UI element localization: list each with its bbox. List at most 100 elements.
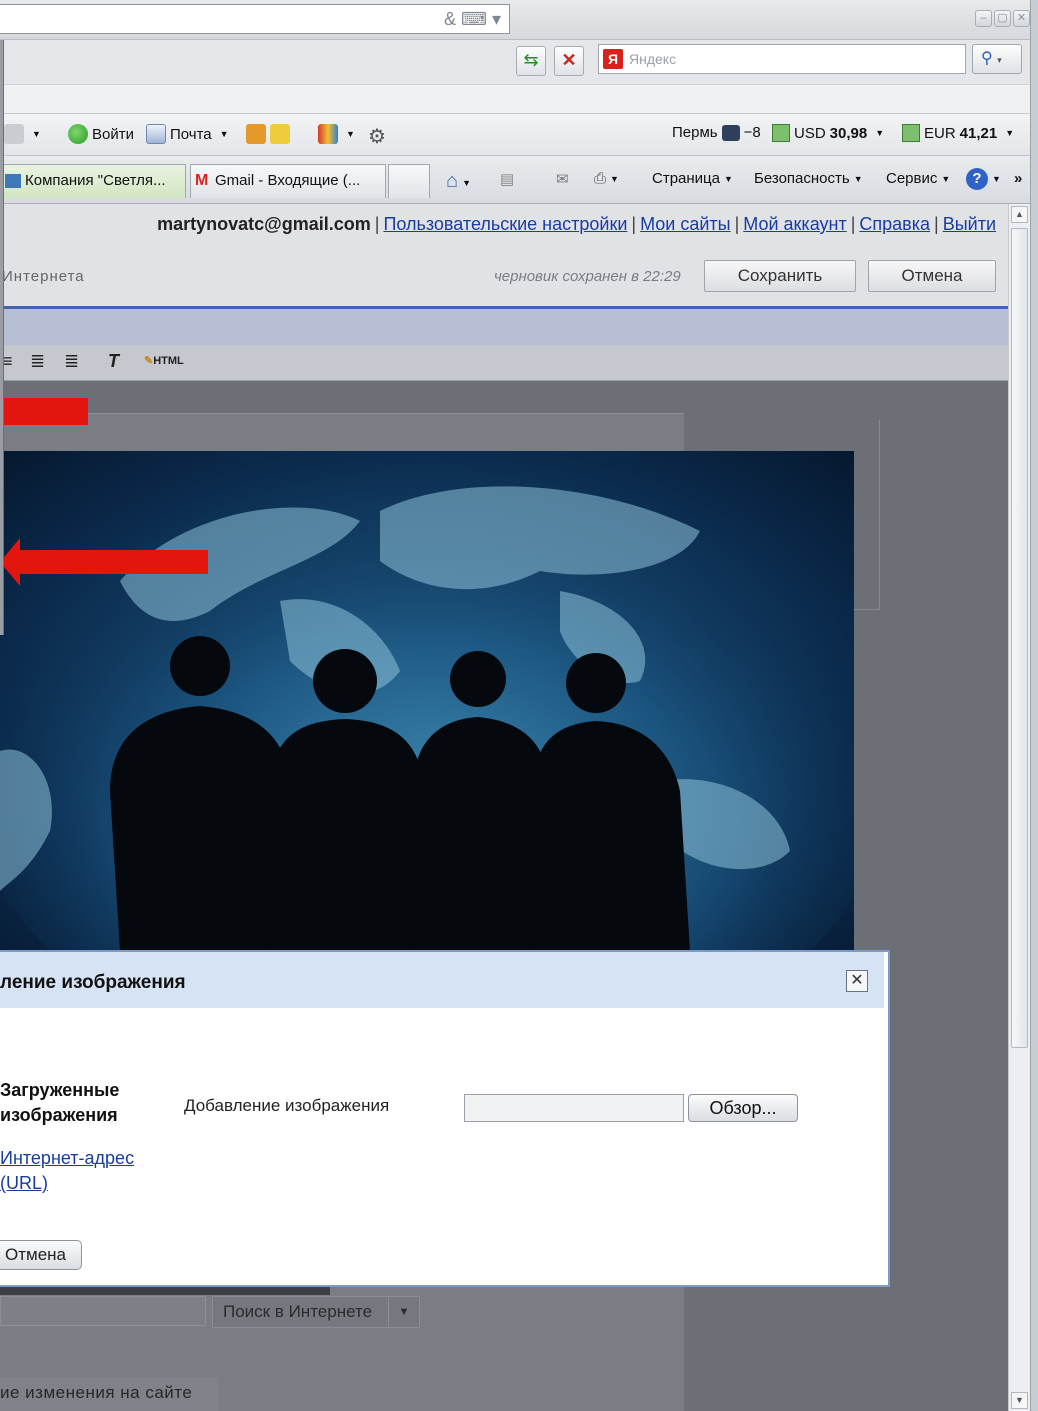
image-url-link[interactable]: Интернет-адрес (URL) bbox=[0, 1146, 134, 1196]
scroll-down-arrow-icon[interactable]: ▼ bbox=[1011, 1392, 1028, 1409]
red-highlight-bar bbox=[0, 398, 88, 425]
home-button[interactable]: ⌂ ▼ bbox=[446, 170, 471, 193]
align-center-icon[interactable]: ≣ bbox=[30, 351, 45, 372]
page-menu[interactable]: Страница ▼ bbox=[652, 170, 733, 187]
mail-read-icon: ✉ bbox=[556, 171, 569, 188]
usd-chart-icon bbox=[772, 124, 790, 142]
yandex-search-input[interactable]: Я Яндекс bbox=[598, 44, 966, 74]
stop-icon: ✕ bbox=[561, 50, 577, 70]
yandex-search-button[interactable]: ⚲ ▾ bbox=[972, 44, 1022, 74]
help-link[interactable]: Справка bbox=[859, 214, 930, 234]
bookmarks-buttons[interactable] bbox=[246, 124, 290, 144]
uploaded-images-line1: Загруженные bbox=[0, 1080, 120, 1100]
minimize-button[interactable]: – bbox=[975, 10, 992, 27]
vertical-scrollbar[interactable]: ▲ ▼ bbox=[1008, 204, 1030, 1411]
toolbar-menu[interactable]: ▼ bbox=[4, 124, 41, 144]
red-arrow-icon bbox=[0, 538, 208, 586]
editor-toolbar: ≡ ≣ ≣ T ✎HTML bbox=[0, 345, 1008, 381]
tab-label: Gmail - Входящие (... bbox=[215, 172, 361, 189]
print-button[interactable]: ⎙ ▼ bbox=[594, 170, 619, 187]
scroll-thumb[interactable] bbox=[1011, 228, 1028, 1048]
printer-icon: ⎙ bbox=[594, 170, 607, 187]
my-account-link[interactable]: Мой аккаунт bbox=[743, 214, 846, 234]
feeds-button[interactable]: ▤ bbox=[500, 170, 514, 188]
pencil-icon: ✎ bbox=[144, 355, 154, 367]
settings-button[interactable]: ⚙ bbox=[368, 124, 386, 149]
draft-saved-note: черновик сохранен в 22:29 bbox=[494, 268, 681, 285]
login-button[interactable]: Войти bbox=[68, 124, 134, 144]
recent-changes-link[interactable]: ие изменения на сайте bbox=[0, 1377, 218, 1411]
business-world-image bbox=[0, 451, 854, 951]
browser-window: – ▢ ✕ & ⌨ ▾ ⇆ ✕ Я Яндекс ⚲ ▾ ▼ Войти Поч… bbox=[0, 0, 1038, 1411]
yandex-toolbar: ▼ Войти Почта▼ ▼ ⚙ Пермь −8 USD 30,98▼ bbox=[0, 114, 1038, 156]
cube-icon bbox=[318, 124, 338, 144]
service-menu[interactable]: Сервис ▼ bbox=[886, 170, 950, 187]
image-url-line2: (URL) bbox=[0, 1173, 48, 1193]
address-bar[interactable]: & ⌨ ▾ bbox=[0, 4, 510, 34]
remove-format-icon[interactable]: T bbox=[108, 351, 119, 372]
browse-button[interactable]: Обзор... bbox=[688, 1094, 798, 1122]
security-menu[interactable]: Безопасность ▼ bbox=[754, 170, 863, 187]
image-url-line1: Интернет-адрес bbox=[0, 1148, 135, 1168]
tab-bar: Компания "Светля... M Gmail - Входящие (… bbox=[0, 156, 1038, 204]
uploaded-images-line2: изображения bbox=[0, 1105, 118, 1125]
file-path-input[interactable] bbox=[464, 1094, 684, 1122]
align-justify-icon[interactable]: ≣ bbox=[64, 351, 79, 372]
home-icon: ⌂ bbox=[446, 170, 459, 192]
read-mail-button[interactable]: ✉ bbox=[556, 170, 569, 188]
security-menu-label: Безопасность bbox=[754, 170, 850, 187]
dialog-cancel-button[interactable]: Отмена bbox=[0, 1240, 82, 1270]
yandex-logo-icon: Я bbox=[603, 49, 623, 69]
menu-row bbox=[0, 84, 1038, 114]
page-menu-label: Страница bbox=[652, 170, 720, 187]
refresh-button[interactable]: ⇆ bbox=[516, 46, 546, 76]
eur-rate[interactable]: EUR 41,21 ▼ bbox=[902, 124, 1014, 142]
dialog-title: ление изображения bbox=[0, 972, 186, 993]
search-dropdown-arrow-icon[interactable]: ▼ bbox=[388, 1296, 420, 1328]
user-links: martynovatc@gmail.com | Пользовательские н… bbox=[157, 214, 996, 234]
rss-icon: ▤ bbox=[500, 171, 515, 188]
bookmark-icon bbox=[246, 124, 266, 144]
window-right-border bbox=[1030, 0, 1038, 1411]
mail-button[interactable]: Почта ▼ bbox=[146, 124, 229, 144]
stop-button[interactable]: ✕ bbox=[554, 46, 584, 76]
web-search-input[interactable] bbox=[0, 1296, 206, 1326]
edit-html-button[interactable]: ✎HTML bbox=[144, 354, 184, 367]
cancel-header-button[interactable]: Отмена bbox=[868, 260, 996, 292]
web-search-button[interactable]: Поиск в Интернете bbox=[212, 1296, 390, 1328]
favorites-star-icon bbox=[270, 124, 290, 144]
scroll-up-arrow-icon[interactable]: ▲ bbox=[1011, 206, 1028, 223]
gear-icon: ⚙ bbox=[368, 126, 386, 148]
magnifier-icon: ⚲ bbox=[981, 50, 993, 67]
editor-tab-band bbox=[0, 309, 1008, 345]
uploaded-images-option[interactable]: Загруженные изображения bbox=[0, 1078, 119, 1128]
gmail-icon: M bbox=[195, 172, 209, 189]
close-window-button[interactable]: ✕ bbox=[1013, 10, 1030, 27]
tab-gmail[interactable]: M Gmail - Входящие (... bbox=[190, 164, 386, 198]
tab-label: Компания "Светля... bbox=[25, 172, 166, 189]
tab-company[interactable]: Компания "Светля... bbox=[0, 164, 186, 198]
compatibility-icon[interactable]: & ⌨ ▾ bbox=[444, 9, 501, 30]
new-tab-button[interactable] bbox=[388, 164, 430, 198]
maximize-button[interactable]: ▢ bbox=[994, 10, 1011, 27]
page-header: martynovatc@gmail.com | Пользовательские н… bbox=[0, 204, 1008, 308]
add-image-dialog: ление изображения ✕ Загруженные изображе… bbox=[0, 950, 890, 1287]
my-sites-link[interactable]: Мои сайты bbox=[640, 214, 731, 234]
usd-value: 30,98 bbox=[829, 124, 868, 142]
dimmed-heading-fragment bbox=[0, 1287, 330, 1295]
weather-temp: −8 bbox=[743, 124, 761, 141]
window-controls: – ▢ ✕ bbox=[975, 10, 1030, 27]
weather-widget[interactable]: Пермь −8 bbox=[672, 124, 761, 141]
weather-city: Пермь bbox=[672, 124, 718, 141]
usd-rate[interactable]: USD 30,98 ▼ bbox=[772, 124, 884, 142]
more-commands-button[interactable]: » bbox=[1014, 170, 1022, 187]
help-menu[interactable]: ? ▼ bbox=[966, 168, 1001, 190]
close-icon[interactable]: ✕ bbox=[846, 970, 868, 992]
site-favicon-icon bbox=[5, 174, 21, 188]
logout-link[interactable]: Выйти bbox=[943, 214, 996, 234]
dialog-header: ление изображения ✕ bbox=[0, 952, 884, 1008]
save-button[interactable]: Сохранить bbox=[704, 260, 856, 292]
world-silhouettes-illustration bbox=[0, 481, 854, 951]
cube-menu[interactable]: ▼ bbox=[318, 124, 355, 144]
user-settings-link[interactable]: Пользовательские настройки bbox=[383, 214, 627, 234]
